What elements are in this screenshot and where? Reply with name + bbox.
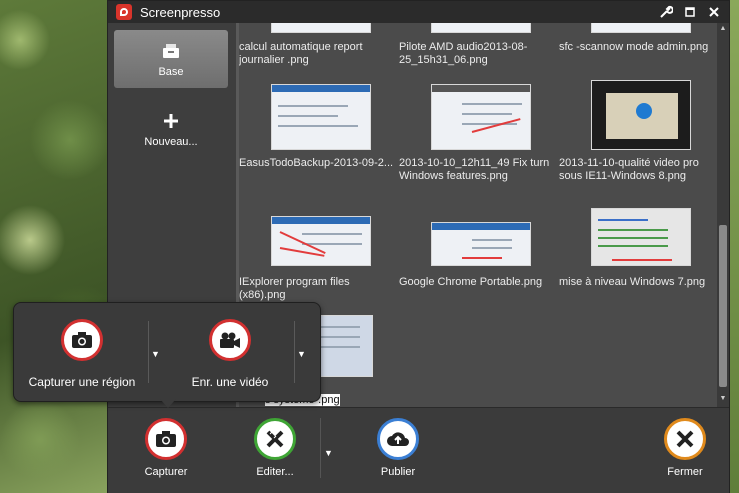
video-camera-icon	[209, 319, 251, 361]
thumbnail-caption[interactable]: 2013-11-10-qualité video pro sous IE11-W…	[559, 157, 717, 183]
thumbnail[interactable]	[431, 23, 531, 33]
capture-label: Capturer	[144, 466, 188, 478]
sidebar-item-label: Nouveau...	[144, 136, 198, 148]
sidebar-item-label: Base	[158, 66, 184, 78]
sidebar-item-new[interactable]: Nouveau...	[114, 100, 228, 158]
thumbnail-caption[interactable]: Pilote AMD audio2013-08-25_15h31_06.png	[399, 41, 557, 67]
close-x-icon	[664, 418, 706, 460]
cloud-upload-icon	[377, 418, 419, 460]
thumbnail[interactable]	[591, 208, 691, 266]
title-bar[interactable]: Screenpresso	[108, 1, 729, 23]
publish-button[interactable]: Publier	[361, 418, 435, 478]
camera-icon	[61, 319, 103, 361]
scroll-up-arrow-icon[interactable]: ▲	[719, 25, 727, 33]
close-icon[interactable]	[707, 5, 721, 19]
capture-region-dropdown-arrow-icon[interactable]: ▼	[151, 349, 160, 359]
capture-button[interactable]: Capturer	[129, 418, 203, 478]
vertical-scrollbar[interactable]: ▲ ▼	[717, 23, 729, 407]
thumbnail-caption[interactable]: calcul automatique report journalier .pn…	[239, 41, 397, 67]
app-logo-icon	[116, 4, 132, 20]
window-title: Screenpresso	[140, 4, 221, 20]
thumbnail[interactable]	[271, 84, 371, 150]
close-app-button[interactable]: Fermer	[648, 418, 722, 478]
edit-button[interactable]: Editer...	[238, 418, 312, 478]
thumbnail-caption[interactable]: EasusTodoBackup-2013-09-2...	[239, 157, 397, 170]
plus-icon	[162, 110, 180, 132]
edit-dropdown-arrow-icon[interactable]: ▼	[324, 448, 333, 458]
capture-region-option[interactable]: Capturer une région	[22, 319, 142, 389]
record-video-dropdown-arrow-icon[interactable]: ▼	[297, 349, 306, 359]
maximize-icon[interactable]	[683, 5, 697, 19]
thumbnail-caption[interactable]: 2013-10-10_12h11_49 Fix turn Windows fea…	[399, 157, 557, 183]
capture-region-label: Capturer une région	[28, 375, 136, 389]
thumbnail[interactable]	[271, 23, 371, 33]
camera-icon	[145, 418, 187, 460]
record-video-option[interactable]: Enr. une vidéo	[170, 319, 290, 389]
publish-label: Publier	[380, 466, 416, 478]
scroll-thumb[interactable]	[719, 225, 727, 387]
thumbnail-caption[interactable]: mise à niveau Windows 7.png	[559, 276, 717, 289]
screenpresso-window: Screenpresso Base Nouveau... calcul auto…	[107, 0, 730, 493]
thumbnail[interactable]	[591, 80, 691, 150]
desktop-background-right	[729, 0, 739, 493]
popup-separator	[148, 321, 149, 383]
edit-label: Editer...	[256, 466, 294, 478]
thumbnail[interactable]	[431, 84, 531, 150]
thumbnail-caption[interactable]: sfc -scannow mode admin.png	[559, 41, 717, 54]
toolbar-divider	[320, 418, 321, 478]
record-video-label: Enr. une vidéo	[191, 375, 269, 389]
thumbnail[interactable]	[591, 23, 691, 33]
thumbnail-caption[interactable]: IExplorer program files (x86).png	[239, 276, 397, 302]
bottom-toolbar: Capturer Editer... ▼ Publier Fermer	[108, 407, 729, 493]
thumbnail-caption[interactable]: Google Chrome Portable.png	[399, 276, 557, 289]
thumbnail[interactable]	[431, 222, 531, 266]
sidebar-item-base[interactable]: Base	[114, 30, 228, 88]
close-app-label: Fermer	[667, 466, 703, 478]
popup-pointer	[160, 399, 176, 408]
capture-popup-menu: Capturer une région ▼ Enr. une vidéo ▼	[13, 302, 321, 402]
thumbnail[interactable]	[271, 216, 371, 266]
wrench-icon[interactable]	[659, 5, 673, 19]
pencil-ruler-icon	[254, 418, 296, 460]
inbox-tray-icon	[161, 40, 181, 62]
popup-separator	[294, 321, 295, 383]
scroll-down-arrow-icon[interactable]: ▼	[719, 395, 727, 403]
thumbnail[interactable]	[313, 315, 373, 377]
